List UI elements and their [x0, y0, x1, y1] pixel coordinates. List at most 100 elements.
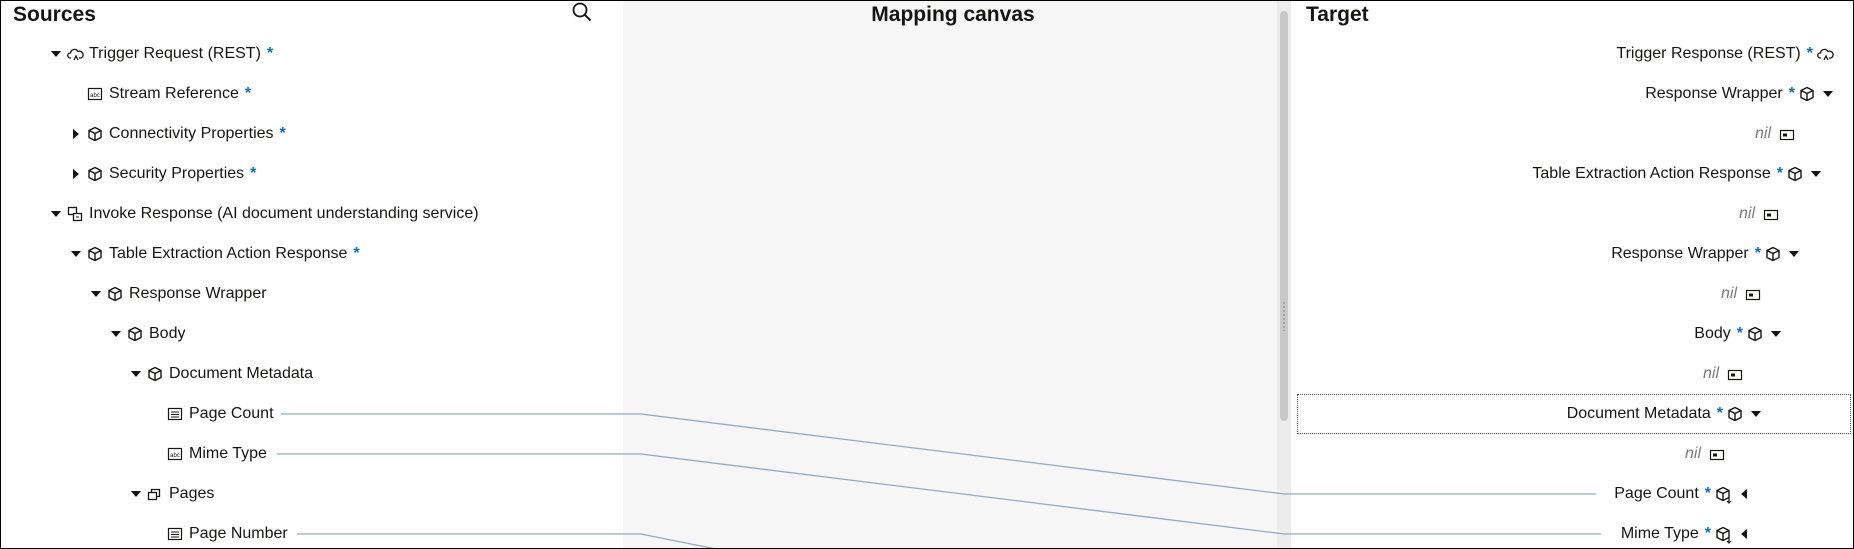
nil-label: nil [1702, 365, 1719, 382]
caret-spacer [69, 87, 83, 101]
expand-caret-icon[interactable] [69, 167, 83, 181]
expand-caret-icon[interactable] [1737, 487, 1751, 501]
target-row-response-wrapper[interactable]: Response Wrapper * [1645, 80, 1835, 108]
source-row-invoke-response-ai-document-understanding-service[interactable]: Invoke Response (AI document understandi… [49, 200, 479, 228]
target-nil-row[interactable]: nil [1685, 440, 1725, 468]
cube-icon [87, 126, 103, 142]
nil-label: nil [1754, 125, 1771, 142]
search-icon[interactable] [571, 1, 593, 23]
target-label: Document Metadata [1566, 405, 1711, 422]
collapse-caret-icon[interactable] [109, 327, 123, 341]
collapse-caret-icon[interactable] [1809, 167, 1823, 181]
invoke-icon [67, 206, 83, 222]
target-label: Table Extraction Action Response [1532, 165, 1771, 182]
required-marker: * [1788, 85, 1795, 102]
canvas-title: Mapping canvas [871, 3, 1035, 26]
source-row-page-number[interactable]: Page Number [149, 520, 288, 548]
source-label: Body [149, 325, 186, 342]
target-row-mime-type[interactable]: Mime Type * [1621, 520, 1751, 548]
source-label: Connectivity Properties [109, 125, 274, 142]
collapse-caret-icon[interactable] [1769, 327, 1783, 341]
target-row-body[interactable]: Body * [1694, 320, 1783, 348]
expand-caret-icon[interactable] [1737, 527, 1751, 541]
source-label: Trigger Request (REST) [89, 45, 261, 62]
target-row-document-metadata[interactable]: Document Metadata * [1567, 400, 1763, 428]
required-marker: * [266, 45, 274, 62]
collapse-caret-icon[interactable] [49, 47, 63, 61]
target-nil-row[interactable]: nil [1755, 120, 1795, 148]
target-row-trigger-response-rest[interactable]: Trigger Response (REST) * [1616, 40, 1839, 68]
required-marker: * [244, 85, 252, 102]
target-row-page-count[interactable]: Page Count * [1614, 480, 1751, 508]
collapse-caret-icon[interactable] [1821, 87, 1835, 101]
target-label: Trigger Response (REST) [1616, 45, 1801, 62]
source-row-table-extraction-action-response[interactable]: Table Extraction Action Response * [69, 240, 360, 268]
expand-caret-icon[interactable] [69, 127, 83, 141]
collapse-caret-icon[interactable] [49, 207, 63, 221]
nil-label: nil [1684, 445, 1701, 462]
nil-label: nil [1738, 205, 1755, 222]
source-row-connectivity-properties[interactable]: Connectivity Properties * [69, 120, 286, 148]
cube-icon [1765, 246, 1781, 262]
sources-panel: Sources Trigger Request (REST) * abc Stream… [1, 1, 621, 548]
nil-label: nil [1720, 285, 1737, 302]
cube-icon [87, 166, 103, 182]
target-title: Target [1306, 3, 1369, 26]
collapse-caret-icon[interactable] [129, 487, 143, 501]
target-label: Body [1694, 325, 1731, 342]
nil-toggle-icon[interactable] [1709, 448, 1725, 461]
required-marker: * [1716, 405, 1723, 422]
cube-icon [1747, 326, 1763, 342]
source-row-pages[interactable]: Pages [129, 480, 214, 508]
source-row-response-wrapper[interactable]: Response Wrapper [89, 280, 267, 308]
target-nil-row[interactable]: nil [1703, 360, 1743, 388]
collection-icon [147, 486, 163, 502]
collapse-caret-icon[interactable] [129, 367, 143, 381]
cube-mapped-icon [1715, 486, 1732, 504]
target-row-response-wrapper[interactable]: Response Wrapper * [1611, 240, 1801, 268]
collapse-caret-icon[interactable] [1749, 407, 1763, 421]
collapse-caret-icon[interactable] [1787, 247, 1801, 261]
target-row-table-extraction-action-response[interactable]: Table Extraction Action Response * [1532, 160, 1823, 188]
required-marker: * [353, 245, 360, 262]
source-label: Pages [169, 485, 215, 502]
svg-text:abc: abc [170, 453, 180, 459]
required-marker: * [1806, 45, 1813, 62]
source-label: Invoke Response (AI document understandi… [89, 205, 479, 222]
source-row-body[interactable]: Body [109, 320, 185, 348]
collapse-caret-icon[interactable] [89, 287, 103, 301]
caret-spacer [149, 447, 163, 461]
abc-text-icon: abc [87, 86, 103, 102]
nil-toggle-icon[interactable] [1779, 128, 1795, 141]
required-marker: * [1776, 165, 1783, 182]
cube-icon [127, 326, 143, 342]
collapse-caret-icon[interactable] [69, 247, 83, 261]
abc-text-icon: abc [167, 446, 183, 462]
source-row-page-count[interactable]: Page Count [149, 400, 274, 428]
mapper-window: Sources Trigger Request (REST) * abc Stream… [0, 0, 1854, 549]
nil-toggle-icon[interactable] [1763, 208, 1779, 221]
source-label: Response Wrapper [129, 285, 267, 302]
nil-toggle-icon[interactable] [1727, 368, 1743, 381]
cube-icon [1799, 86, 1815, 102]
required-marker: * [1704, 525, 1711, 542]
mapping-canvas[interactable]: Mapping canvas [623, 1, 1283, 548]
target-nil-row[interactable]: nil [1739, 200, 1779, 228]
source-row-stream-reference[interactable]: abc Stream Reference * [69, 80, 251, 108]
source-row-mime-type[interactable]: abc Mime Type [149, 440, 267, 468]
cube-icon [147, 366, 163, 382]
nil-toggle-icon[interactable] [1745, 288, 1761, 301]
target-nil-row[interactable]: nil [1721, 280, 1761, 308]
source-label: Page Count [189, 405, 274, 422]
source-row-security-properties[interactable]: Security Properties * [69, 160, 256, 188]
caret-spacer [149, 407, 163, 421]
canvas-scrollbar[interactable] [1277, 1, 1291, 548]
source-row-trigger-request-rest[interactable]: Trigger Request (REST) * [49, 40, 273, 68]
target-label: Response Wrapper [1645, 85, 1783, 102]
source-label: Stream Reference [109, 85, 239, 102]
required-marker: * [1704, 485, 1711, 502]
required-marker: * [1736, 325, 1743, 342]
cube-icon [1787, 166, 1803, 182]
cloud-trigger-icon [1817, 46, 1834, 62]
source-row-document-metadata[interactable]: Document Metadata [129, 360, 313, 388]
